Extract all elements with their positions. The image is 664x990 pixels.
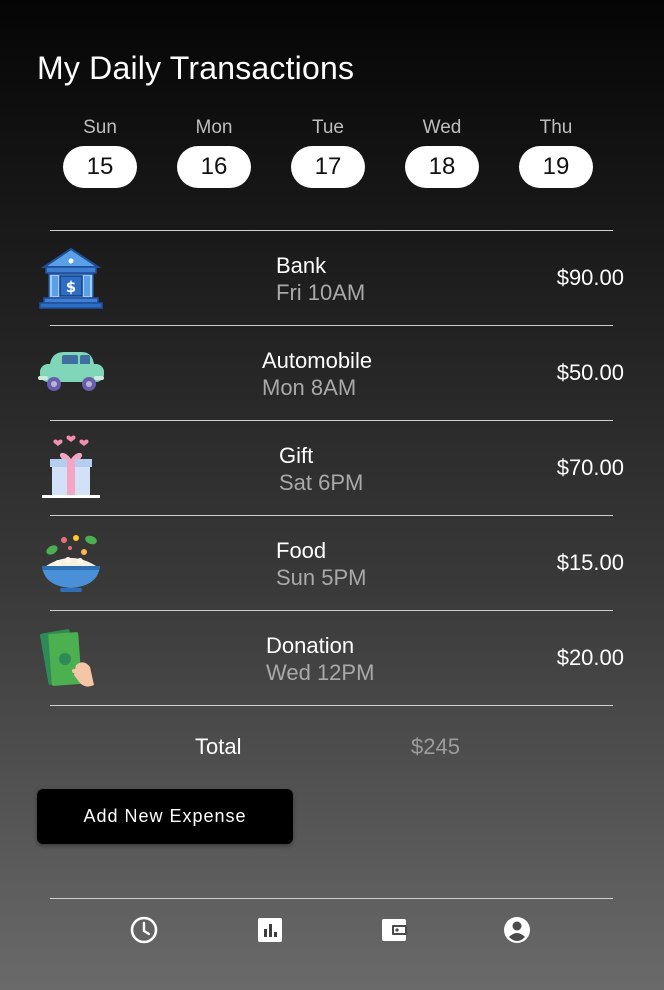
- cash-hand-icon: [40, 629, 94, 687]
- transaction-amount: $20.00: [556, 645, 624, 670]
- day-mon[interactable]: Mon 16: [177, 116, 251, 188]
- day-selector: Sun 15 Mon 16 Tue 17 Wed 18 Thu 19: [63, 116, 603, 196]
- transaction-amount: $15.00: [556, 550, 624, 575]
- transaction-row-automobile[interactable]: Automobile Mon 8AM $50.00: [0, 326, 664, 420]
- transaction-time: Sat 6PM: [279, 470, 364, 495]
- transaction-name: Food: [276, 538, 327, 563]
- total-label: Total: [195, 734, 242, 759]
- transaction-row-gift[interactable]: Gift Sat 6PM $70.00: [0, 421, 664, 515]
- day-wed[interactable]: Wed 18: [405, 116, 479, 188]
- transaction-time: Sun 5PM: [276, 565, 367, 590]
- add-expense-button[interactable]: Add New Expense: [37, 789, 293, 844]
- transaction-name: Donation: [266, 633, 355, 658]
- bank-icon: $: [39, 247, 103, 309]
- svg-text:$: $: [66, 278, 76, 296]
- app-screen: My Daily Transactions Sun 15 Mon 16 Tue …: [0, 0, 664, 990]
- transaction-info: Donation Wed 12PM: [266, 633, 374, 687]
- clock-icon: [130, 916, 158, 944]
- day-date-pill[interactable]: 17: [291, 146, 365, 188]
- transaction-time: Mon 8AM: [262, 375, 357, 400]
- day-name: Thu: [539, 117, 573, 138]
- nav-history[interactable]: [129, 915, 159, 945]
- day-sun[interactable]: Sun 15: [63, 116, 137, 188]
- total-value: $245: [411, 734, 460, 759]
- transaction-name: Gift: [279, 443, 314, 468]
- divider: [50, 705, 613, 706]
- transaction-name: Automobile: [262, 348, 373, 373]
- transaction-row-bank[interactable]: $ Bank Fri 10AM $90.00: [0, 231, 664, 325]
- day-tue[interactable]: Tue 17: [291, 116, 365, 188]
- transaction-amount: $50.00: [556, 360, 624, 385]
- day-thu[interactable]: Thu 19: [519, 116, 593, 188]
- gift-icon: [42, 435, 100, 498]
- transaction-name: Bank: [276, 253, 327, 278]
- day-name: Sun: [83, 117, 117, 138]
- day-date-pill[interactable]: 15: [63, 146, 137, 188]
- transaction-time: Wed 12PM: [266, 660, 375, 685]
- page-title: My Daily Transactions: [37, 50, 355, 86]
- day-date-pill[interactable]: 19: [519, 146, 593, 188]
- bottom-nav: [50, 898, 613, 959]
- transaction-amount: $90.00: [556, 265, 624, 290]
- day-name: Wed: [422, 117, 462, 138]
- account-circle-icon: [504, 917, 530, 943]
- transaction-row-food[interactable]: Food Sun 5PM $15.00: [0, 516, 664, 610]
- transaction-info: Food Sun 5PM: [276, 538, 367, 592]
- nav-wallet[interactable]: [379, 915, 409, 945]
- transaction-info: Gift Sat 6PM: [279, 443, 363, 497]
- nav-profile[interactable]: [502, 915, 532, 945]
- day-name: Mon: [195, 117, 233, 138]
- wallet-icon: [382, 919, 407, 941]
- car-icon: [38, 352, 104, 391]
- day-date-pill[interactable]: 16: [177, 146, 251, 188]
- transaction-amount: $70.00: [556, 455, 624, 480]
- food-bowl-icon: [42, 535, 100, 592]
- transaction-row-donation[interactable]: Donation Wed 12PM $20.00: [0, 611, 664, 705]
- day-date-pill[interactable]: 18: [405, 146, 479, 188]
- transaction-time: Fri 10AM: [276, 280, 366, 305]
- day-name: Tue: [311, 117, 345, 138]
- bar-chart-icon: [258, 918, 282, 942]
- transaction-info: Automobile Mon 8AM: [262, 348, 372, 402]
- transaction-info: Bank Fri 10AM: [276, 253, 365, 307]
- nav-stats[interactable]: [255, 915, 285, 945]
